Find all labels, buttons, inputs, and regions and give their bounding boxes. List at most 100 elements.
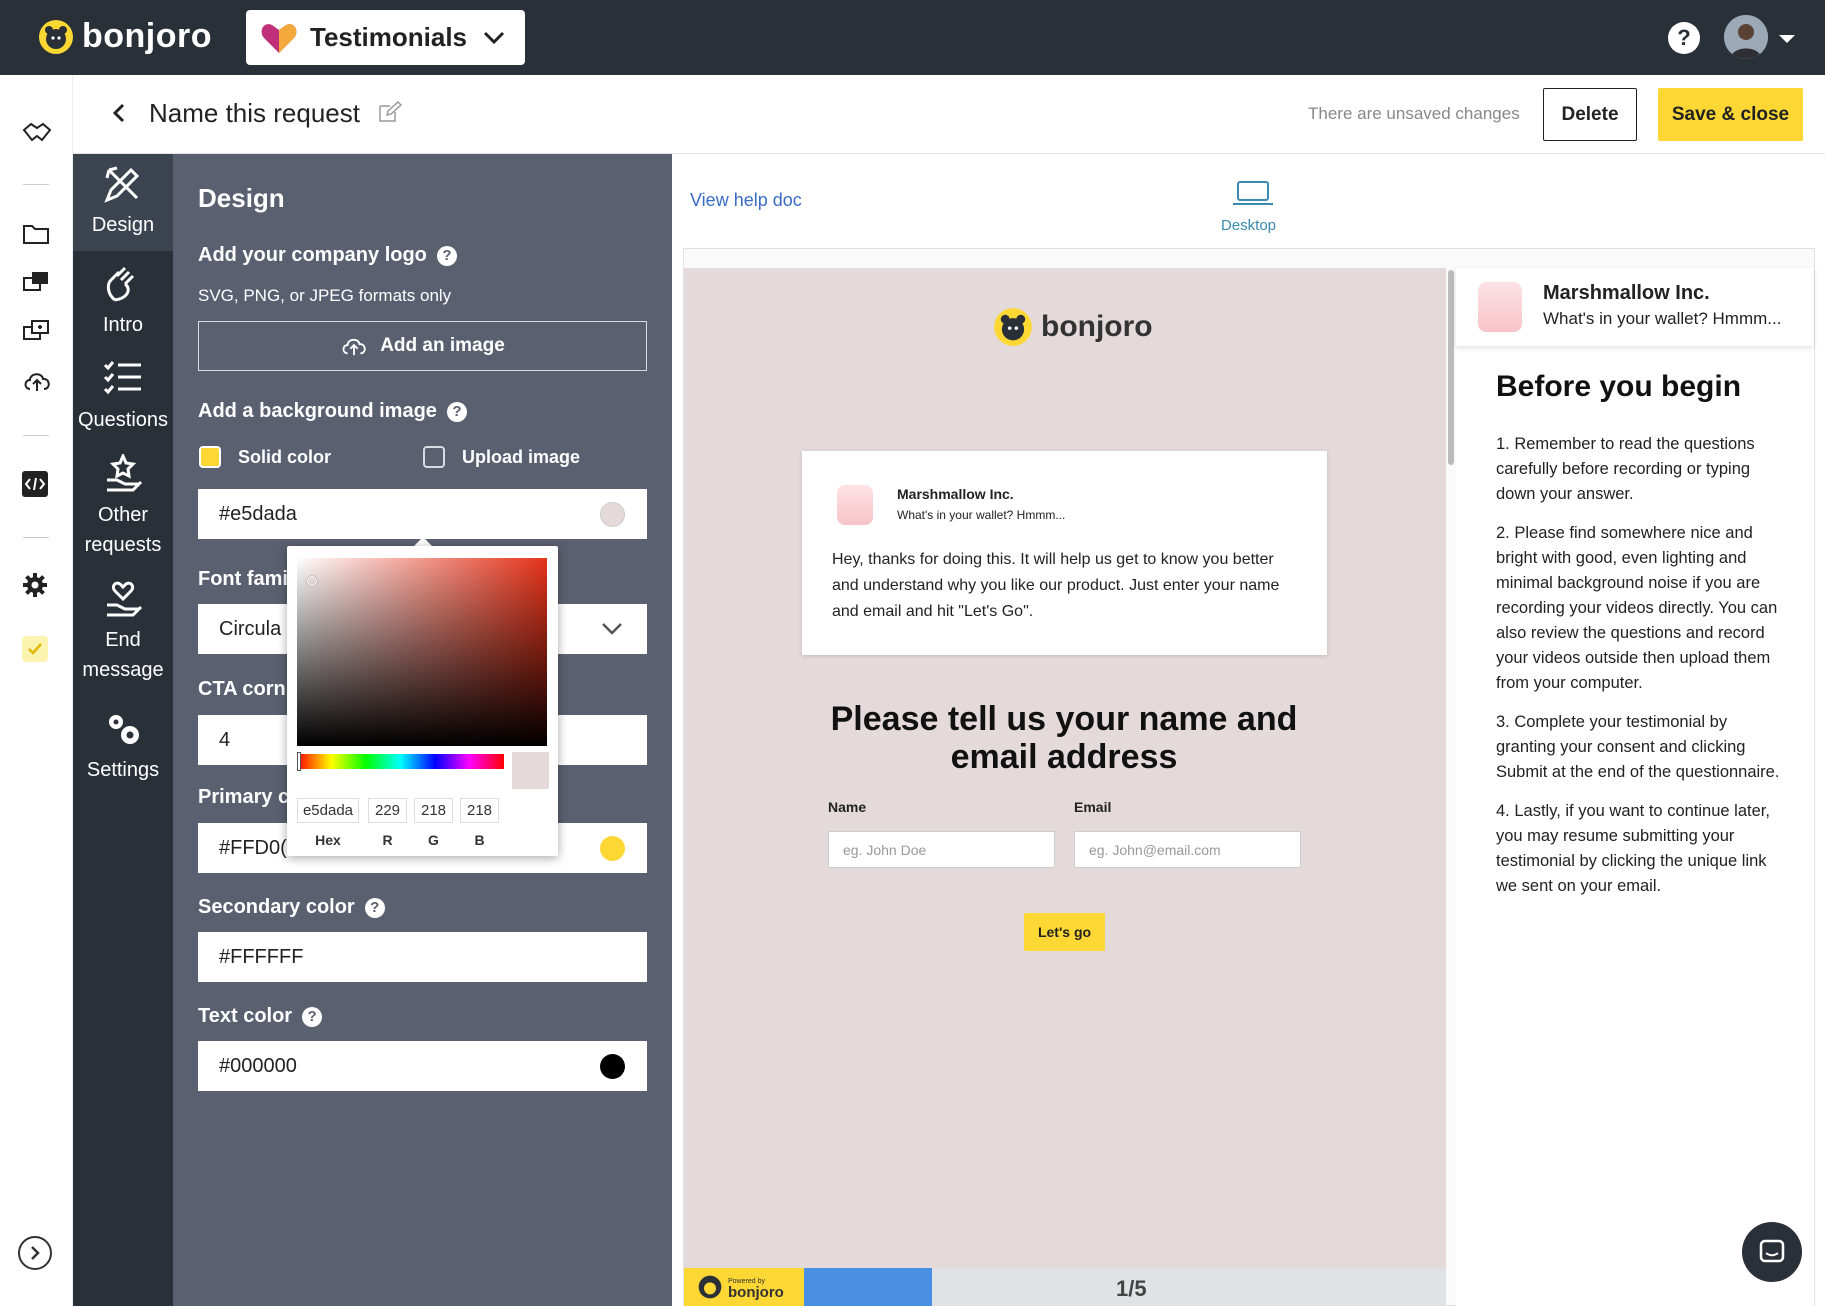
logo-hint: SVG, PNG, or JPEG formats only xyxy=(198,286,452,305)
unsaved-status: There are unsaved changes xyxy=(1308,104,1520,123)
before-heading: Before you begin xyxy=(1496,370,1742,403)
upload-image-checkbox[interactable] xyxy=(423,446,445,468)
bonjoro-logo-icon xyxy=(39,19,73,54)
settings-gear-icon[interactable] xyxy=(22,572,48,598)
wave-hand-icon xyxy=(106,266,135,302)
cta-label-text: CTA corn xyxy=(198,678,286,700)
bg-label: Add a background image? xyxy=(198,400,467,423)
solid-color-checkbox[interactable] xyxy=(199,446,221,468)
bg-label-text: Add a background image xyxy=(198,400,437,422)
text-color-input[interactable]: #000000 xyxy=(198,1041,647,1091)
secondary-color-input[interactable]: #FFFFFF xyxy=(198,932,647,982)
tab-label: Settings xyxy=(86,759,160,781)
powered-brand: bonjoro xyxy=(728,1284,784,1301)
tab-end-message[interactable]: End message xyxy=(73,579,173,685)
help-circle-icon[interactable]: ? xyxy=(446,401,467,422)
checklist-badge-icon[interactable] xyxy=(22,636,48,662)
preview-brand-name: bonjoro xyxy=(1041,310,1153,343)
primary-label: Primary c xyxy=(198,786,289,809)
b-label: B xyxy=(474,832,485,848)
lets-go-button[interactable]: Let's go xyxy=(1024,913,1105,951)
help-circle-icon[interactable]: ? xyxy=(436,245,457,266)
sidebar-company: Marshmallow Inc. xyxy=(1543,282,1710,304)
testimonials-icon[interactable] xyxy=(22,319,50,345)
picker-pointer xyxy=(414,537,432,546)
tab-label: End message xyxy=(82,629,164,681)
page-indicator: 1/5 xyxy=(1116,1276,1147,1301)
save-close-button[interactable]: Save & close xyxy=(1658,88,1803,141)
add-image-label: Add an image xyxy=(380,335,505,356)
upload-image-label: Upload image xyxy=(462,447,581,467)
checklist-icon xyxy=(103,361,141,395)
design-icon xyxy=(104,166,140,203)
cloud-upload-icon[interactable] xyxy=(22,369,52,393)
instruction-item: 4. Lastly, if you want to continue later… xyxy=(1496,802,1770,895)
saturation-area[interactable] xyxy=(297,558,547,746)
caret-down-icon[interactable] xyxy=(1778,34,1796,44)
g-field[interactable]: 218 xyxy=(414,798,453,823)
instruction-item: 1. Remember to read the questions carefu… xyxy=(1496,435,1755,503)
folder-icon[interactable] xyxy=(22,223,50,245)
desktop-view-tab[interactable]: Desktop xyxy=(1221,217,1276,234)
gears-icon xyxy=(109,715,139,744)
bg-color-input[interactable]: #e5dada xyxy=(198,489,647,539)
progress-track xyxy=(932,1268,1446,1306)
video-chat-icon[interactable] xyxy=(22,270,50,296)
card-tagline: What's in your wallet? Hmmm... xyxy=(897,508,1066,522)
product-switcher[interactable]: Testimonials xyxy=(246,10,525,65)
help-button[interactable]: ? xyxy=(1668,22,1700,54)
hue-slider[interactable] xyxy=(297,752,504,771)
handshake-icon[interactable] xyxy=(22,120,52,146)
logo-label-text: Add your company logo xyxy=(198,244,427,266)
back-arrow-icon[interactable] xyxy=(112,103,126,123)
cta-value: 4 xyxy=(219,728,231,751)
help-circle-icon[interactable]: ? xyxy=(364,897,385,918)
laptop-icon[interactable] xyxy=(1232,180,1274,206)
text-color-swatch[interactable] xyxy=(600,1054,625,1079)
tab-intro[interactable]: Intro xyxy=(73,264,173,340)
b-field[interactable]: 218 xyxy=(460,798,499,823)
brand-logo[interactable]: bonjoro xyxy=(38,17,212,56)
add-image-button[interactable]: Add an image xyxy=(198,321,647,371)
font-label-text: Font famil xyxy=(198,568,294,590)
testimonials-heart-icon xyxy=(261,23,297,53)
upload-cloud-icon xyxy=(342,338,366,356)
help-doc-link[interactable]: View help doc xyxy=(690,190,802,211)
instruction-item: 3. Complete your testimonial by granting… xyxy=(1496,713,1780,781)
name-input[interactable]: eg. John Doe xyxy=(828,831,1055,868)
r-field[interactable]: 229 xyxy=(368,798,407,823)
tab-other-requests[interactable]: Other requests xyxy=(73,454,173,560)
logo-label: Add your company logo? xyxy=(198,244,457,267)
powered-text: Powered by bonjoro xyxy=(728,1276,784,1301)
marshmallow-avatar-icon xyxy=(1478,282,1522,332)
bonjoro-logo-icon xyxy=(994,308,1032,346)
embed-code-icon[interactable] xyxy=(22,471,48,497)
font-label: Font famil xyxy=(198,568,294,591)
solid-color-label: Solid color xyxy=(238,447,332,467)
preview-scrollbar[interactable] xyxy=(1448,270,1454,465)
primary-color-swatch[interactable] xyxy=(600,836,625,861)
chat-launcher-button[interactable] xyxy=(1742,1222,1802,1282)
hue-handle[interactable] xyxy=(297,752,301,771)
tab-settings[interactable]: Settings xyxy=(73,709,173,785)
email-label: Email xyxy=(1074,799,1112,815)
tab-design[interactable]: Design xyxy=(73,154,173,251)
delete-button[interactable]: Delete xyxy=(1543,88,1637,141)
bg-color-value: #e5dada xyxy=(219,502,297,525)
avatar[interactable] xyxy=(1724,15,1768,59)
hex-field[interactable]: e5dada xyxy=(297,798,359,823)
edit-pencil-icon[interactable] xyxy=(378,101,402,123)
tab-label: Questions xyxy=(77,409,169,431)
expand-sidebar-button[interactable] xyxy=(18,1236,52,1270)
saturation-handle[interactable] xyxy=(307,576,317,586)
instruction-item: 2. Please find somewhere nice and bright… xyxy=(1496,524,1778,692)
request-title[interactable]: Name this request xyxy=(149,98,360,129)
tab-questions[interactable]: Questions xyxy=(73,359,173,435)
help-circle-icon[interactable]: ? xyxy=(302,1006,323,1027)
email-input[interactable]: eg. John@email.com xyxy=(1074,831,1301,868)
design-tabs: Design Intro Questions Other requests En… xyxy=(73,154,173,1306)
sidebar-tagline: What's in your wallet? Hmmm... xyxy=(1543,309,1782,328)
bg-color-swatch[interactable] xyxy=(600,502,625,527)
secondary-label-text: Secondary color xyxy=(198,896,355,918)
brand-name: bonjoro xyxy=(82,17,213,55)
